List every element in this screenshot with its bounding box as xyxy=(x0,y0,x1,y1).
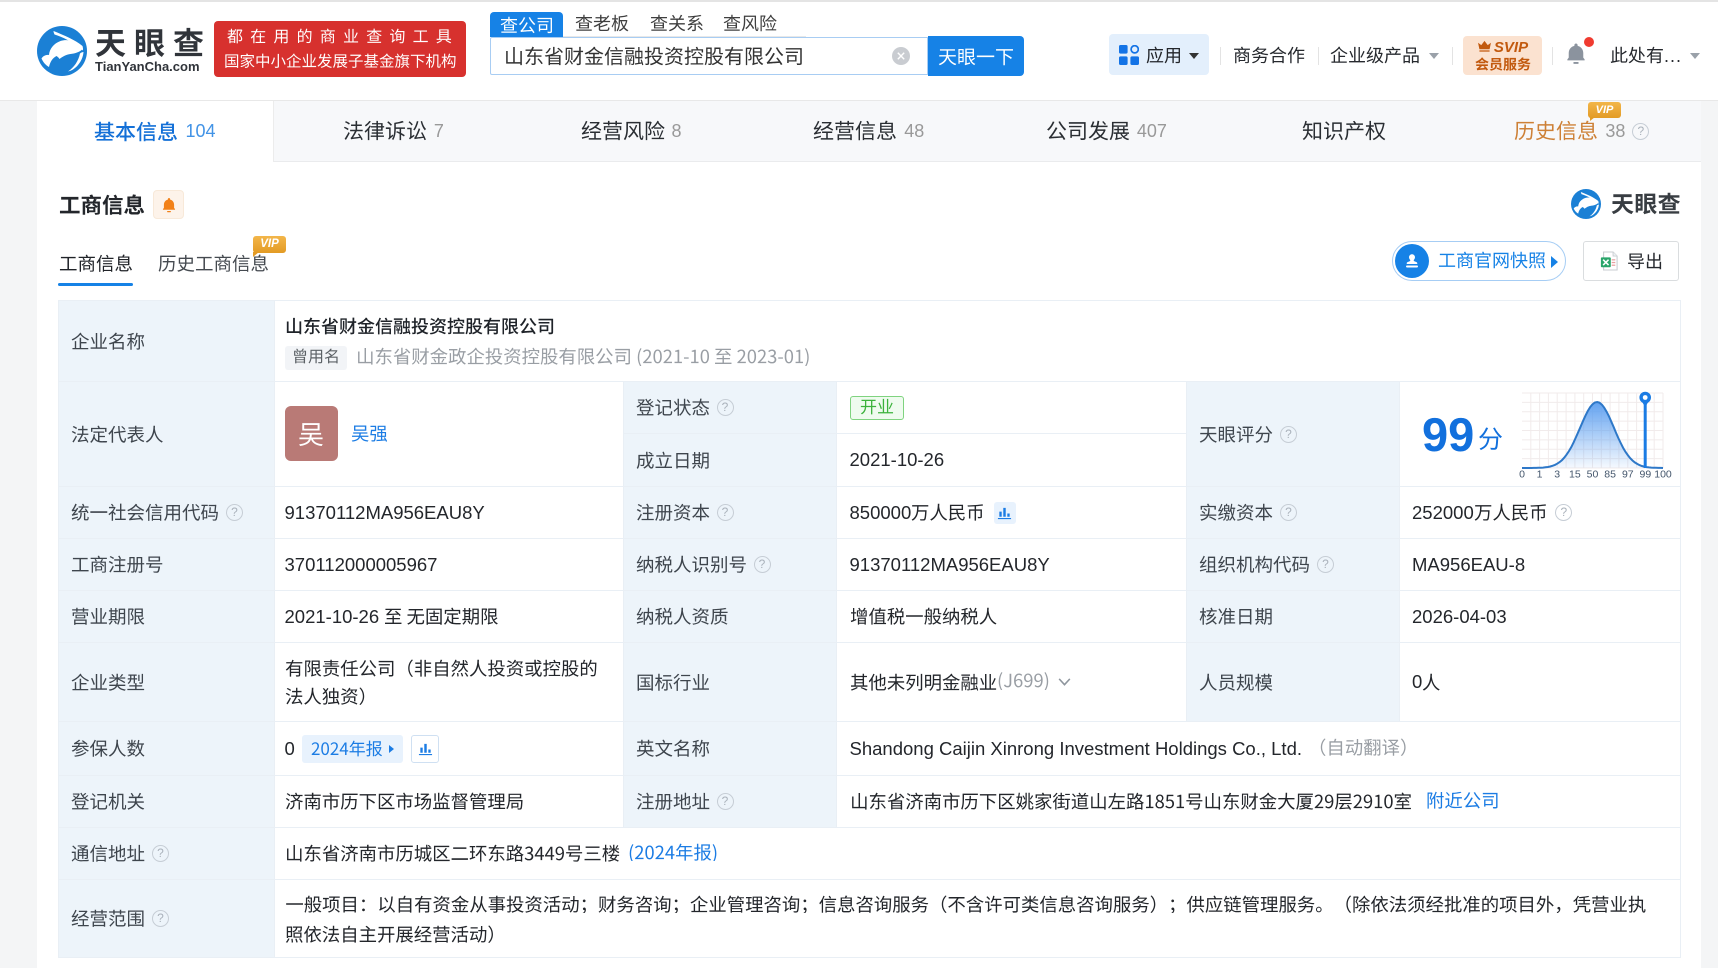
svg-text:1: 1 xyxy=(1537,469,1543,481)
svg-text:99: 99 xyxy=(1640,469,1652,481)
svg-text:85: 85 xyxy=(1604,469,1616,481)
svg-text:0: 0 xyxy=(1519,469,1525,481)
svg-text:15: 15 xyxy=(1569,469,1581,481)
svg-text:3: 3 xyxy=(1554,469,1560,481)
svg-text:50: 50 xyxy=(1587,469,1599,481)
svg-text:100: 100 xyxy=(1654,469,1672,481)
svg-text:97: 97 xyxy=(1622,469,1634,481)
